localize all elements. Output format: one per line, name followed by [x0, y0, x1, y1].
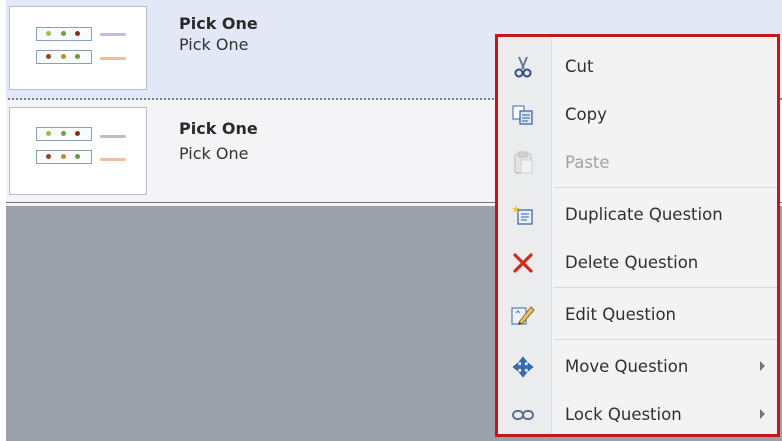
menu-item-edit-question[interactable]: Edit Question [498, 291, 777, 339]
context-menu: Cut Copy Paste Duplicate Question Delete… [495, 34, 780, 437]
copy-icon [510, 103, 536, 127]
panel-edge [0, 0, 6, 441]
thumbnail-slot [36, 50, 92, 64]
menu-item-lock-question[interactable]: Lock Question [498, 391, 777, 434]
lock-link-icon [510, 403, 536, 427]
menu-item-label: Delete Question [565, 253, 699, 272]
menu-separator [554, 287, 777, 288]
menu-item-label: Move Question [565, 357, 689, 376]
question-subtitle: Pick One [179, 144, 249, 163]
thumbnail-slot [36, 27, 92, 41]
submenu-arrow-icon [760, 409, 765, 419]
menu-separator [554, 187, 777, 188]
menu-item-label: Edit Question [565, 305, 676, 324]
question-subtitle: Pick One [179, 35, 249, 54]
delete-icon [510, 251, 536, 275]
thumbnail-slot [36, 150, 92, 164]
menu-item-move-question[interactable]: Move Question [498, 343, 777, 391]
menu-item-label: Copy [565, 105, 607, 124]
menu-item-label: Duplicate Question [565, 205, 723, 224]
duplicate-icon [510, 203, 536, 227]
menu-item-copy[interactable]: Copy [498, 91, 777, 139]
question-thumbnail [9, 6, 147, 90]
menu-separator [554, 339, 777, 340]
menu-item-delete-question[interactable]: Delete Question [498, 239, 777, 287]
scissors-icon [510, 55, 536, 79]
edit-icon [510, 303, 536, 327]
move-icon [510, 355, 536, 379]
question-thumbnail [9, 107, 147, 195]
menu-item-duplicate-question[interactable]: Duplicate Question [498, 191, 777, 239]
thumbnail-slot [36, 127, 92, 141]
question-title: Pick One [179, 119, 258, 138]
menu-item-paste[interactable]: Paste [498, 139, 777, 187]
menu-item-label: Lock Question [565, 405, 682, 424]
submenu-arrow-icon [760, 361, 765, 371]
question-title: Pick One [179, 14, 258, 33]
paste-icon [510, 151, 536, 175]
menu-item-label: Cut [565, 57, 594, 76]
menu-item-label: Paste [565, 153, 610, 172]
menu-item-cut[interactable]: Cut [498, 43, 777, 91]
